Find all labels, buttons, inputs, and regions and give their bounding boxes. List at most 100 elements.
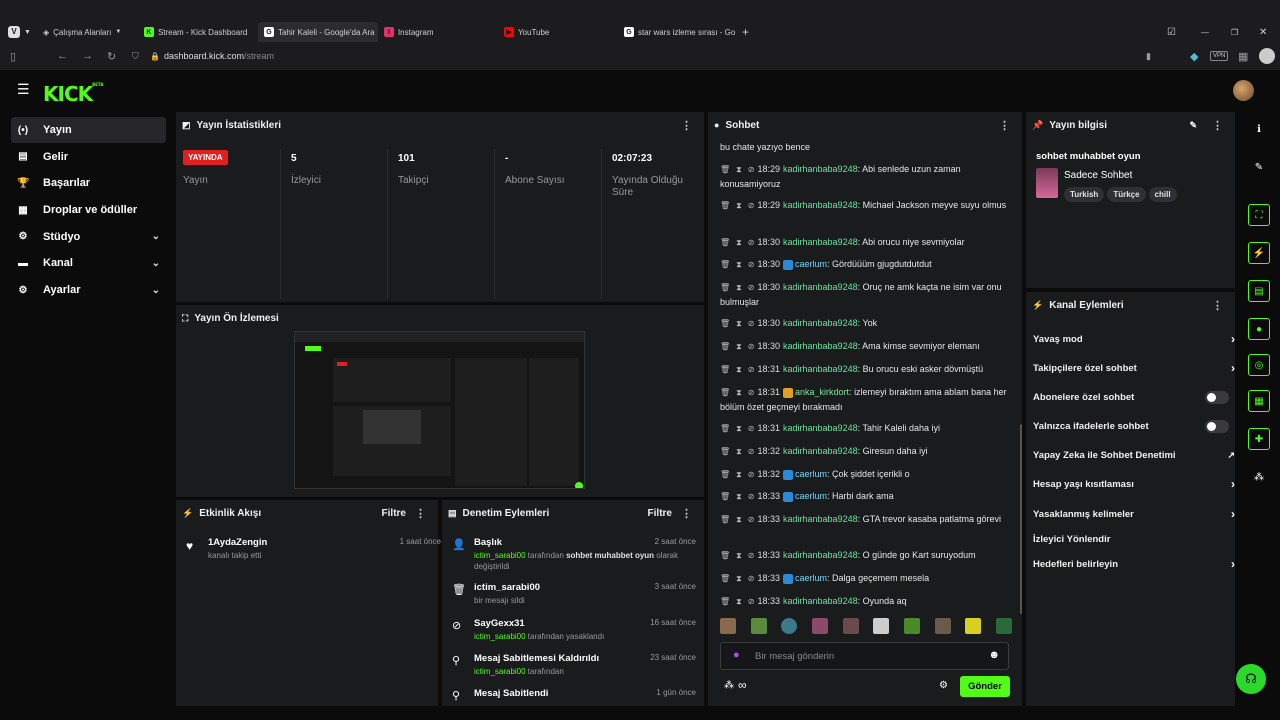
stream-preview-video[interactable] <box>294 331 585 489</box>
ban-icon[interactable]: ⊘ <box>748 238 755 247</box>
minimize-button[interactable]: — <box>1201 28 1209 37</box>
nav-item-3[interactable]: ▦ Droplar ve ödüller <box>11 197 166 223</box>
chat-username[interactable]: kadirhanbaba9248 <box>783 200 858 210</box>
moderator-name[interactable]: ictim_sarabi00 <box>474 551 526 560</box>
chat-username[interactable]: kadirhanbaba9248 <box>783 318 858 328</box>
bookmark-icon[interactable]: ▮ <box>1146 51 1151 62</box>
delete-message-icon[interactable]: 🗑 <box>720 283 730 292</box>
toggle-switch[interactable] <box>1205 419 1229 433</box>
panel-toggle-icon[interactable]: ▯ <box>10 50 16 63</box>
pencil-icon[interactable]: ✎ <box>1248 156 1270 178</box>
timeout-icon[interactable]: ⧗ <box>736 574 742 583</box>
timeout-icon[interactable]: ⧗ <box>736 365 742 374</box>
timeout-icon[interactable]: ⧗ <box>736 201 742 210</box>
browser-tab[interactable]: G Tahir Kaleli - Google'da Ara <box>257 22 378 42</box>
timeout-icon[interactable]: ⧗ <box>736 283 742 292</box>
extension-icon[interactable]: ◆ <box>1190 50 1198 63</box>
stream-tag[interactable]: Türkçe <box>1107 187 1146 202</box>
more-options-icon[interactable]: ⋮ <box>1212 119 1223 132</box>
channel-action-item[interactable]: Hedefleri belirleyin › <box>1033 553 1235 575</box>
layout-icon[interactable]: ▦ <box>1248 390 1270 412</box>
community-icon[interactable]: ⁂ <box>1248 466 1270 488</box>
document-icon[interactable]: ▤ <box>1248 280 1270 302</box>
timeout-icon[interactable]: ⧗ <box>736 470 742 479</box>
vivaldi-menu-icon[interactable]: V <box>8 26 20 38</box>
user-avatar[interactable] <box>1233 80 1254 101</box>
chat-icon[interactable]: ● <box>1248 318 1270 340</box>
wrench-icon[interactable]: ✚ <box>1248 428 1270 450</box>
more-options-icon[interactable]: ⋮ <box>415 507 426 520</box>
timeout-icon[interactable]: ⧗ <box>736 342 742 351</box>
chat-username[interactable]: caerlum <box>795 573 827 583</box>
focus-icon[interactable]: ⛶ <box>1248 204 1270 226</box>
emote-icon[interactable] <box>903 618 920 634</box>
chat-username[interactable]: caerlum <box>795 469 827 479</box>
more-options-icon[interactable]: ⋮ <box>999 119 1010 132</box>
channel-action-item[interactable]: Takipçilere özel sohbet › <box>1033 357 1235 379</box>
ban-icon[interactable]: ⊘ <box>748 342 755 351</box>
microphone-icon[interactable]: ● <box>733 649 740 661</box>
ban-icon[interactable]: ⊘ <box>748 201 755 210</box>
chat-username[interactable]: anka_kirkdort <box>795 387 849 397</box>
emote-icon[interactable] <box>934 618 951 634</box>
delete-message-icon[interactable]: 🗑 <box>720 424 730 433</box>
delete-message-icon[interactable]: 🗑 <box>720 447 730 456</box>
broadcast-icon[interactable]: ◎ <box>1248 354 1270 376</box>
browser-tab[interactable]: ▶ YouTube <box>498 22 618 42</box>
emote-icon[interactable] <box>842 618 859 634</box>
emote-icon[interactable] <box>720 618 736 634</box>
chat-username[interactable]: kadirhanbaba9248 <box>783 550 858 560</box>
browser-tab[interactable]: Gstar wars izleme sırası - Go <box>618 22 738 42</box>
ban-icon[interactable]: ⊘ <box>748 470 755 479</box>
delete-message-icon[interactable]: 🗑 <box>720 365 730 374</box>
close-window-button[interactable]: ✕ <box>1259 27 1267 38</box>
chat-username[interactable]: kadirhanbaba9248 <box>783 237 858 247</box>
stream-tag[interactable]: chill <box>1148 187 1177 202</box>
chat-input-box[interactable]: ● Bir mesaj gönderin ☻ <box>720 642 1009 670</box>
lightning-icon[interactable]: ⚡ <box>1248 242 1270 264</box>
emote-icon[interactable] <box>873 618 890 634</box>
forward-button[interactable]: → <box>82 50 93 62</box>
edit-icon[interactable]: ✎ <box>1189 120 1197 131</box>
delete-message-icon[interactable]: 🗑 <box>720 597 730 606</box>
stream-tag[interactable]: Turkish <box>1064 187 1105 202</box>
chat-username[interactable]: kadirhanbaba9248 <box>783 164 858 174</box>
ban-icon[interactable]: ⊘ <box>748 165 755 174</box>
chat-settings-icon[interactable]: ⚙ <box>939 680 948 691</box>
chat-scrollbar[interactable] <box>1020 424 1022 614</box>
chat-username[interactable]: kadirhanbaba9248 <box>783 341 858 351</box>
category-thumbnail[interactable] <box>1036 168 1058 198</box>
emote-icon[interactable] <box>811 618 828 634</box>
browser-tab[interactable]: I Instagram <box>378 22 498 42</box>
support-chat-button[interactable]: ☊ <box>1236 664 1266 694</box>
ban-icon[interactable]: ⊘ <box>748 574 755 583</box>
emote-icon[interactable] <box>965 618 982 634</box>
ban-icon[interactable]: ⊘ <box>748 551 755 560</box>
nav-item-2[interactable]: 🏆 Başarılar <box>11 170 166 196</box>
category-name[interactable]: Sadece Sohbet <box>1064 170 1132 181</box>
back-button[interactable]: ← <box>57 50 68 62</box>
kick-logo[interactable]: KICKBETA <box>43 82 103 106</box>
ban-icon[interactable]: ⊘ <box>748 597 755 606</box>
channel-action-item[interactable]: Abonelere özel sohbet <box>1033 386 1233 408</box>
channel-action-item[interactable]: Yalnızca ifadelerle sohbet <box>1033 415 1233 437</box>
timeout-icon[interactable]: ⧗ <box>736 551 742 560</box>
browser-tab[interactable]: K Stream - Kick Dashboard <box>138 22 258 42</box>
more-options-icon[interactable]: ⋮ <box>681 507 692 520</box>
emoji-icon[interactable]: ☻ <box>988 649 1000 661</box>
delete-message-icon[interactable]: 🗑 <box>720 388 730 397</box>
ban-icon[interactable]: ⊘ <box>748 283 755 292</box>
chat-username[interactable]: kadirhanbaba9248 <box>783 596 858 606</box>
nav-item-6[interactable]: ⚙ Ayarlar ⌄ <box>11 277 166 303</box>
more-options-icon[interactable]: ⋮ <box>1212 299 1223 312</box>
community-icon[interactable]: ⁂ <box>724 680 734 691</box>
channel-action-item[interactable]: Yavaş mod › <box>1033 328 1235 350</box>
ban-icon[interactable]: ⊘ <box>748 424 755 433</box>
channel-action-item[interactable]: Yapay Zeka ile Sohbet Denetimi ↗ <box>1033 444 1235 466</box>
timeout-icon[interactable]: ⧗ <box>736 447 742 456</box>
delete-message-icon[interactable]: 🗑 <box>720 260 730 269</box>
chat-username[interactable]: kadirhanbaba9248 <box>783 514 858 524</box>
more-options-icon[interactable]: ⋮ <box>681 119 692 132</box>
activity-filter-button[interactable]: Filtre <box>382 508 406 519</box>
ban-icon[interactable]: ⊘ <box>748 319 755 328</box>
